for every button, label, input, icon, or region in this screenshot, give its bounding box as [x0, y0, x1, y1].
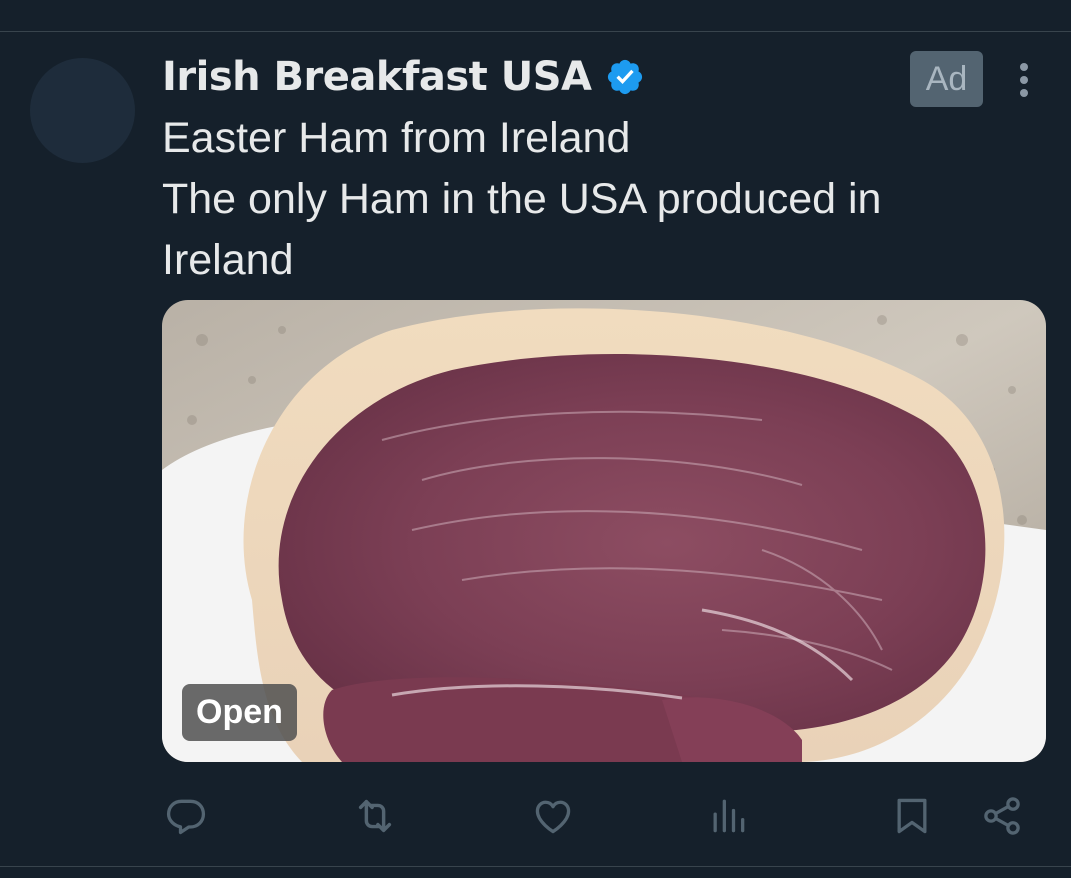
verified-badge-icon[interactable]: [605, 57, 645, 97]
reply-button[interactable]: [160, 790, 212, 842]
avatar[interactable]: [30, 58, 135, 163]
more-dots-icon: [1020, 63, 1028, 97]
media-card[interactable]: Open: [162, 300, 1046, 762]
retweet-button[interactable]: [349, 790, 401, 842]
share-icon: [984, 797, 1020, 835]
action-bar: [0, 790, 1071, 842]
more-options-button[interactable]: [1010, 60, 1038, 100]
views-chart-icon: [713, 799, 745, 833]
bookmark-button[interactable]: [886, 790, 938, 842]
open-link-button[interactable]: Open: [182, 684, 297, 741]
reply-icon: [166, 799, 206, 835]
bottom-divider: [0, 866, 1071, 867]
tweet-header: Irish Breakfast USA: [162, 52, 645, 102]
views-button[interactable]: [702, 790, 754, 842]
like-button[interactable]: [527, 790, 579, 842]
top-divider: [0, 31, 1071, 32]
tweet-text: Easter Ham from Ireland The only Ham in …: [162, 108, 1022, 291]
retweet-icon: [358, 799, 392, 833]
heart-icon: [535, 800, 571, 834]
tweet-text-line: Easter Ham from Ireland: [162, 114, 631, 162]
share-button[interactable]: [976, 790, 1028, 842]
author-name[interactable]: Irish Breakfast USA: [162, 54, 592, 100]
tweet-text-line: The only Ham in the USA produced in: [162, 175, 882, 223]
ad-badge: Ad: [910, 51, 983, 107]
tweet-text-line: Ireland: [162, 236, 294, 284]
bookmark-icon: [897, 798, 927, 834]
